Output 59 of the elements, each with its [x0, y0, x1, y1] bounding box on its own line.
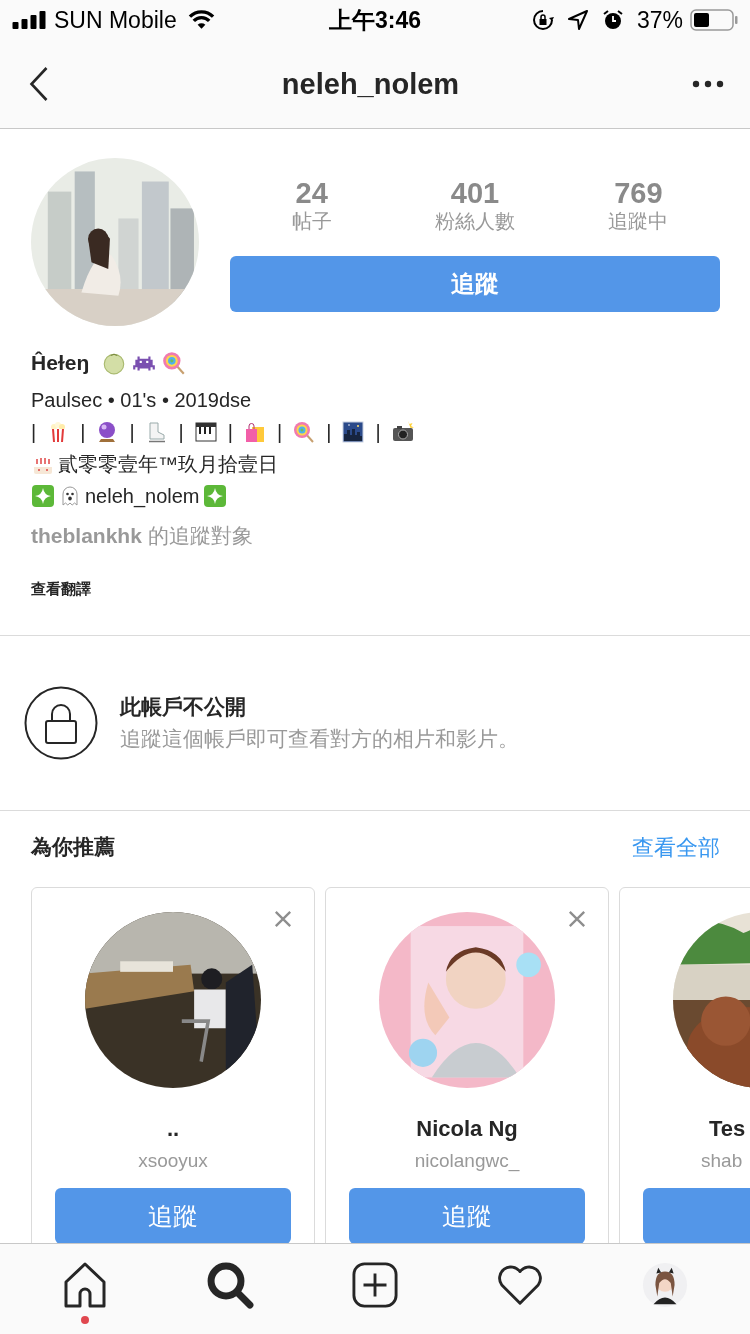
shopping-bags-icon	[243, 420, 267, 444]
separator-text: |	[129, 420, 135, 444]
sparkle-icon	[31, 484, 55, 508]
piano-icon	[193, 420, 218, 444]
camera-icon	[390, 420, 415, 444]
suggested-username: nicolangwc_	[414, 1150, 520, 1172]
close-icon[interactable]	[274, 910, 292, 928]
separator-text: |	[80, 420, 86, 444]
see-all-link[interactable]: 查看全部	[632, 833, 720, 863]
back-icon[interactable]	[28, 66, 49, 102]
bio-text: Paulsec • 01's • 2019dse	[31, 388, 253, 413]
separator-text: |	[31, 420, 37, 444]
followed-by-link[interactable]: theblankhk 的追蹤對象	[31, 522, 253, 550]
alarm-icon	[601, 9, 624, 31]
private-account-title: 此帳戶不公開	[120, 694, 247, 720]
notification-dot	[80, 1316, 89, 1324]
follow-button[interactable]: 追蹤	[349, 1188, 585, 1243]
private-account-text: 追蹤這個帳戶即可查看對方的相片和影片。	[120, 726, 519, 752]
orientation-lock-icon	[531, 9, 554, 31]
follow-button[interactable]: 追蹤	[230, 256, 720, 312]
see-translation-link[interactable]: 查看翻譯	[31, 580, 91, 599]
suggested-name: Tes	[709, 1116, 746, 1143]
suggested-username: xsooyux	[138, 1150, 208, 1172]
suggested-username: shab	[701, 1150, 743, 1172]
stat-label: 粉絲人數	[435, 209, 515, 234]
night-city-icon	[341, 420, 366, 444]
lollipop-icon	[292, 420, 317, 444]
wifi-icon	[187, 10, 215, 30]
stat-count: 401	[450, 178, 500, 208]
stat-count: 769	[614, 178, 663, 208]
bio-text: neleh_nolem	[85, 484, 200, 510]
carrier-name: SUN Mobile	[54, 6, 177, 34]
more-options-icon[interactable]	[692, 80, 724, 88]
follow-button[interactable]: 追蹤	[55, 1188, 291, 1243]
bio-text: 貳零零壹年™玖月拾壹日	[58, 452, 278, 477]
separator-text: |	[178, 420, 184, 444]
close-icon[interactable]	[568, 910, 586, 928]
stat-label: 帖子	[291, 209, 332, 234]
battery-percent: 37%	[636, 6, 683, 34]
profile-avatar-icon[interactable]	[642, 1262, 689, 1308]
stat-label: 追蹤中	[608, 209, 669, 234]
new-post-icon[interactable]	[351, 1262, 398, 1308]
battery-icon	[690, 9, 738, 31]
separator-text: |	[227, 420, 233, 444]
separator-text: |	[277, 420, 283, 444]
location-arrow-icon	[566, 9, 589, 31]
stat-count: 24	[295, 178, 328, 208]
signal-icon	[12, 11, 47, 29]
suggested-name: Nicola Ng	[416, 1116, 518, 1143]
display-name: Ĥeɫeŋ	[31, 351, 90, 375]
clock-time: 上午3:46	[329, 5, 421, 35]
profile-username-title: neleh_nolem	[281, 67, 460, 101]
sparkle-icon	[202, 484, 227, 508]
separator-text: |	[326, 420, 332, 444]
search-icon[interactable]	[205, 1261, 254, 1309]
lock-icon	[24, 686, 98, 760]
suggestions-title: 為你推薦	[31, 834, 115, 860]
suggested-name: ..	[166, 1116, 180, 1143]
separator-text: |	[375, 420, 381, 444]
